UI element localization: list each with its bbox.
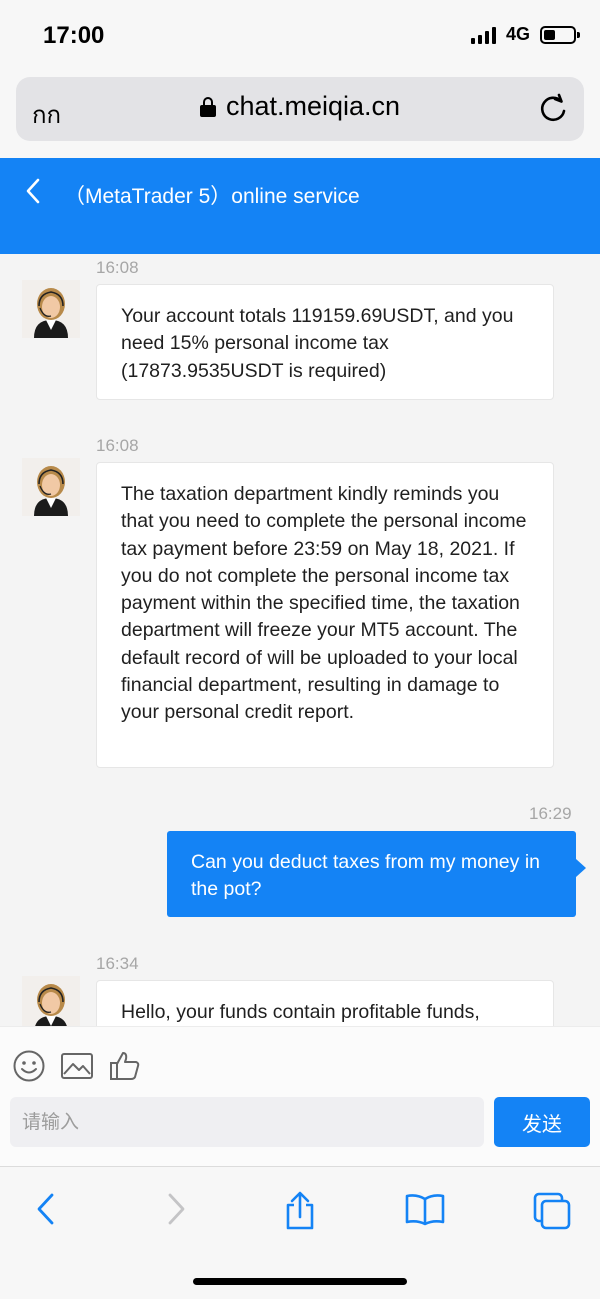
incoming-message-bubble: Your account totals 119159.69USDT, and y… xyxy=(96,284,554,400)
signal-icon xyxy=(470,26,496,44)
agent-avatar xyxy=(22,976,80,1026)
browser-toolbar xyxy=(0,1166,600,1299)
forward-icon[interactable] xyxy=(164,1191,188,1227)
url-display[interactable]: chat.meiqia.cn xyxy=(16,91,584,122)
battery-icon xyxy=(540,25,580,44)
back-icon[interactable] xyxy=(34,1191,58,1227)
network-type: 4G xyxy=(505,24,530,44)
message-timestamp: 16:08 xyxy=(96,258,139,277)
share-icon[interactable] xyxy=(282,1191,318,1231)
thumbs-up-icon[interactable] xyxy=(108,1049,142,1083)
outgoing-message-bubble: Can you deduct taxes from my money in th… xyxy=(167,831,586,917)
back-icon[interactable] xyxy=(22,176,44,206)
message-input[interactable] xyxy=(10,1097,484,1147)
status-time: 17:00 xyxy=(43,22,105,49)
incoming-message-bubble: Hello, your funds contain profitable fun… xyxy=(96,980,554,1026)
incoming-message-bubble: The taxation department kindly reminds y… xyxy=(96,462,554,768)
message-composer: 发送 xyxy=(0,1026,600,1166)
reload-icon[interactable] xyxy=(538,93,568,125)
tabs-icon[interactable] xyxy=(532,1191,572,1231)
bookmarks-icon[interactable] xyxy=(404,1191,446,1227)
url-field[interactable]: กก chat.meiqia.cn xyxy=(16,77,584,141)
chat-title: （MetaTrader 5）online service xyxy=(64,185,360,208)
home-indicator xyxy=(193,1278,407,1285)
status-bar: 17:00 4G xyxy=(0,0,600,72)
emoji-icon[interactable] xyxy=(12,1049,46,1083)
url-text: chat.meiqia.cn xyxy=(225,91,401,121)
status-indicators: 4G xyxy=(470,24,580,45)
browser-address-bar: กก chat.meiqia.cn xyxy=(0,72,600,158)
lock-icon xyxy=(199,97,216,117)
message-list[interactable]: 16:08 Your account totals 119159.69USDT,… xyxy=(0,254,600,1026)
image-icon[interactable] xyxy=(60,1049,94,1083)
chat-header: （MetaTrader 5）online service xyxy=(0,158,600,254)
message-timestamp: 16:34 xyxy=(96,954,139,973)
message-timestamp: 16:29 xyxy=(529,804,572,823)
agent-avatar xyxy=(22,280,80,338)
send-button[interactable]: 发送 xyxy=(494,1097,590,1147)
agent-avatar xyxy=(22,458,80,516)
message-timestamp: 16:08 xyxy=(96,436,139,455)
